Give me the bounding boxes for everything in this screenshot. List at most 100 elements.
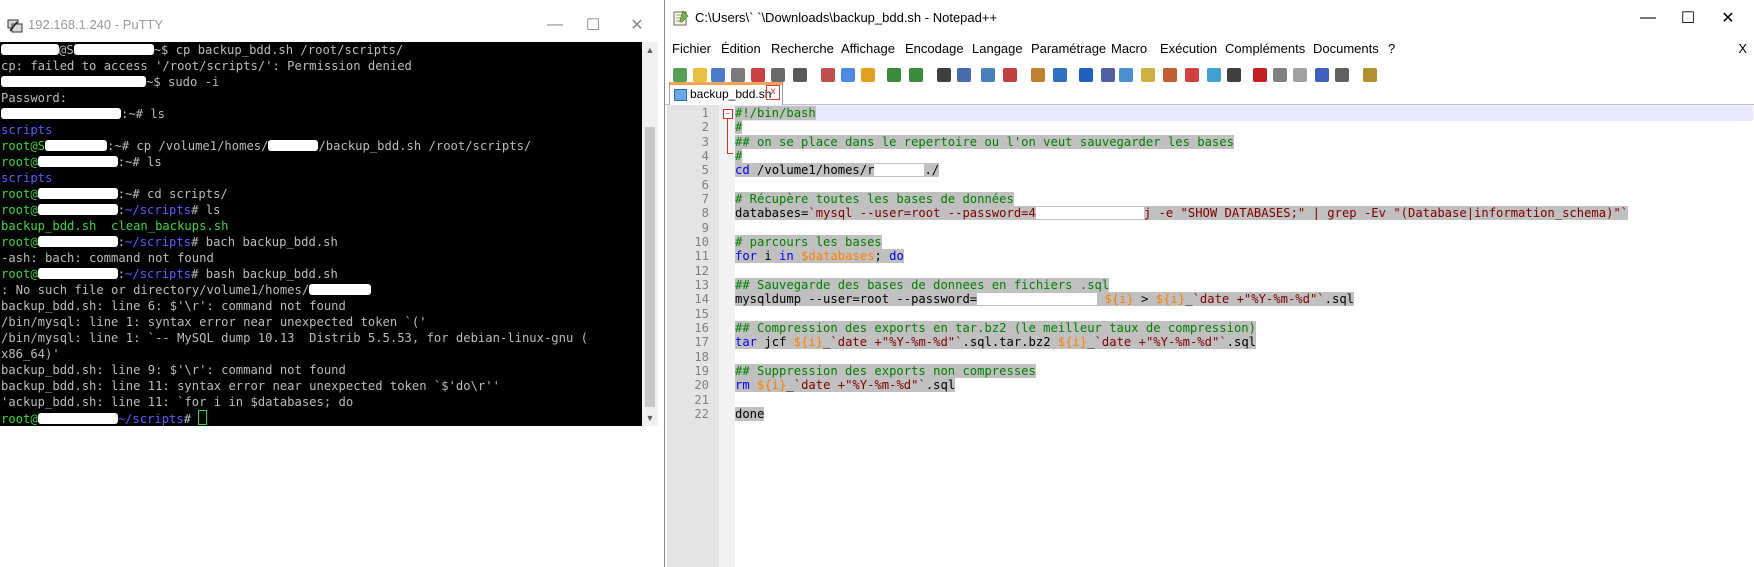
terminal-text: 'ackup_bdd.sh: line 11: `for i in $datab… [1, 395, 354, 409]
terminal-text: root@S [1, 139, 46, 153]
putty-titlebar[interactable]: 192.168.1.240 - PuTTY — ☐ ✕ [0, 10, 660, 40]
terminal-output[interactable]: @S ~$ cp backup_bdd.sh /root/scripts/cp: … [0, 42, 642, 426]
code-token: $databases [801, 249, 875, 264]
terminal-line: backup_bdd.sh clean_backups.sh [0, 218, 642, 234]
toolbar-button-icon[interactable] [693, 68, 707, 82]
toolbar-button-icon[interactable] [1031, 68, 1045, 82]
redacted-text [1, 108, 121, 119]
toolbar-button-icon[interactable] [751, 68, 765, 82]
menu-recherche[interactable]: Recherche [771, 41, 834, 56]
code-token: ${i} [1057, 335, 1088, 350]
menu-langage[interactable]: Langage [972, 41, 1023, 56]
terminal-text: cp: failed to access '/root/scripts/': P… [1, 59, 412, 73]
toolbar-button-icon[interactable] [981, 68, 995, 82]
toolbar-button-icon[interactable] [1003, 68, 1017, 82]
toolbar-button-icon[interactable] [1053, 68, 1067, 82]
code-token: j -e "SHOW DATABASES;" | grep -Ev "(Data… [1143, 206, 1629, 221]
toolbar-button-icon[interactable] [1207, 68, 1221, 82]
code-token: `date +"%Y-%m-%d"` [1094, 335, 1227, 350]
toolbar-button-icon[interactable] [1293, 68, 1307, 82]
terminal-text: ~$ sudo -i [146, 75, 220, 89]
tab-backup-bdd[interactable]: backup_bdd.sh x [669, 82, 783, 106]
close-icon[interactable]: ✕ [614, 10, 660, 40]
code-token: .sql [1226, 335, 1257, 350]
code-token: .sql [925, 378, 956, 393]
terminal-text: backup_bdd.sh: line 9: $'\r': command no… [1, 363, 346, 377]
menu-fichier[interactable]: Fichier [672, 41, 711, 56]
menu-affichage[interactable]: Affichage [841, 41, 895, 56]
toolbar-button-icon[interactable] [1079, 68, 1093, 82]
scroll-up-icon[interactable]: ▲ [642, 42, 658, 58]
toolbar-button-icon[interactable] [1119, 68, 1133, 82]
terminal-text: x86_64)' [1, 347, 60, 361]
toolbar-button-icon[interactable] [793, 68, 807, 82]
code-editor[interactable]: 1 2 3 4 5 6 7 8 9 10 11 12 13 14 15 16 17 18 19 20 21 22 − #!… [667, 105, 1753, 567]
file-icon [674, 89, 687, 101]
code-line: databases=`mysql --user=root --password=… [735, 205, 1629, 221]
toolbar-button-icon[interactable] [711, 68, 725, 82]
toolbar-button-icon[interactable] [821, 68, 835, 82]
toolbar-button-icon[interactable] [1273, 68, 1287, 82]
toolbar-button-icon[interactable] [1315, 68, 1329, 82]
fold-toggle-icon[interactable]: − [723, 109, 733, 119]
toolbar-button-icon[interactable] [1101, 68, 1115, 82]
menu-parametrage[interactable]: Paramétrage [1031, 41, 1106, 56]
code-token: ./ [924, 163, 940, 178]
toolbar-button-icon[interactable] [731, 68, 745, 82]
terminal-text: backup_bdd.sh clean_backups.sh [1, 219, 229, 233]
code-token: ; [874, 249, 890, 264]
code-token: ## Compression des exports en tar.bz2 (l… [735, 320, 1256, 335]
code-token: i [757, 249, 780, 264]
npp-titlebar[interactable]: C:\Users\` `\Downloads\backup_bdd.sh - N… [665, 0, 1754, 36]
toolbar-button-icon[interactable] [841, 68, 855, 82]
redacted-text [268, 140, 319, 151]
terminal-line: backup_bdd.sh: line 11: syntax error nea… [0, 378, 642, 394]
code-token: for [735, 249, 758, 264]
code-token: _ [786, 378, 794, 393]
code-token: cd [735, 163, 750, 178]
scroll-down-icon[interactable]: ▼ [642, 410, 658, 426]
line-number-gutter: 1 2 3 4 5 6 7 8 9 10 11 12 13 14 15 16 17 18 19 20 21 22 [667, 105, 719, 567]
scrollbar-thumb[interactable] [645, 127, 655, 407]
terminal-text: root@ [1, 235, 38, 249]
npp-window-title: C:\Users\` `\Downloads\backup_bdd.sh - N… [695, 10, 998, 25]
toolbar-button-icon[interactable] [937, 68, 951, 82]
toolbar-button-icon[interactable] [1335, 68, 1349, 82]
tab-bar: backup_bdd.sh x [665, 82, 1754, 106]
toolbar-button-icon[interactable] [1163, 68, 1177, 82]
terminal-line: cp: failed to access '/root/scripts/': P… [0, 58, 642, 74]
toolbar-button-icon[interactable] [1363, 68, 1377, 82]
close-icon[interactable]: ✕ [1705, 0, 1751, 36]
tab-close-icon[interactable]: x [766, 85, 780, 100]
toolbar-button-icon[interactable] [1141, 68, 1155, 82]
code-token: /volume1/homes/r [749, 163, 875, 178]
close-document-button[interactable]: X [1738, 41, 1747, 56]
toolbar-button-icon[interactable] [909, 68, 923, 82]
menu-complements[interactable]: Compléments [1225, 41, 1305, 56]
menu-documents[interactable]: Documents [1313, 41, 1379, 56]
toolbar-button-icon[interactable] [1253, 68, 1267, 82]
terminal-text: scripts [1, 123, 53, 137]
code-line: cd /volume1/homes/r ./ [735, 162, 940, 178]
menu-execution[interactable]: Exécution [1160, 41, 1217, 56]
terminal-scrollbar[interactable]: ▲ ▼ [642, 42, 658, 426]
code-token: rm [735, 378, 750, 393]
menu-edition[interactable]: Édition [721, 41, 761, 56]
toolbar-button-icon[interactable] [771, 68, 785, 82]
menu-help[interactable]: ? [1388, 41, 1395, 56]
toolbar-button-icon[interactable] [957, 68, 971, 82]
toolbar-button-icon[interactable] [673, 68, 687, 82]
toolbar-button-icon[interactable] [1227, 68, 1241, 82]
terminal-line: scripts [0, 122, 642, 138]
toolbar-button-icon[interactable] [1185, 68, 1199, 82]
toolbar-button-icon[interactable] [887, 68, 901, 82]
code-area[interactable]: #!/bin/bash # ## on se place dans le reper… [735, 105, 1753, 567]
toolbar-button-icon[interactable] [861, 68, 875, 82]
terminal-line: -ash: bach: command not found [0, 250, 642, 266]
maximize-icon[interactable]: ☐ [570, 10, 616, 40]
menu-encodage[interactable]: Encodage [905, 41, 964, 56]
code-token: # [735, 120, 743, 135]
code-token: ${i} [757, 378, 787, 393]
menu-macro[interactable]: Macro [1111, 41, 1147, 56]
